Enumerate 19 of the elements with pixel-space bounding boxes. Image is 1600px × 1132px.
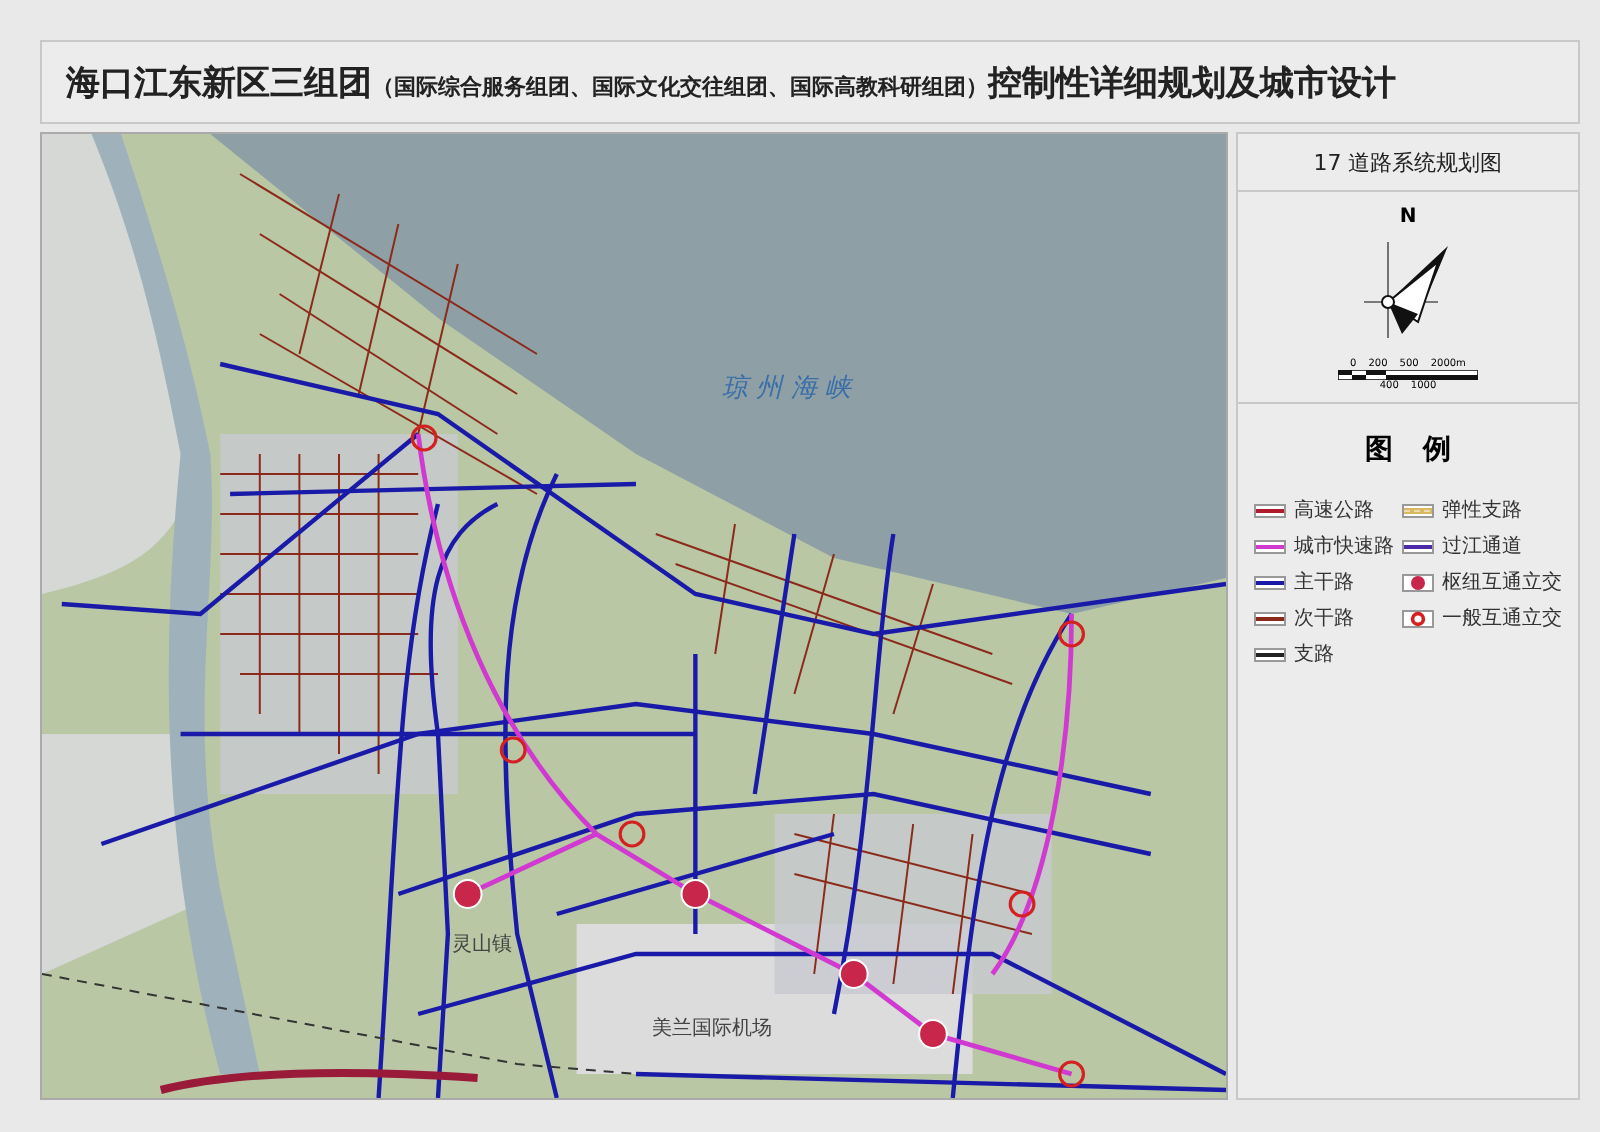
ring-icon xyxy=(1402,609,1434,627)
place-label: 美兰国际机场 xyxy=(652,1015,772,1042)
legend-label: 次干路 xyxy=(1294,606,1354,632)
legend-label: 城市快速路 xyxy=(1294,533,1394,560)
sheet-title: 17 道路系统规划图 xyxy=(1238,134,1578,192)
north-label: N xyxy=(1399,208,1417,228)
legend-label: 一般互通立交 xyxy=(1442,605,1562,632)
legend-label: 过江通道 xyxy=(1442,533,1522,560)
legend-label: 主干路 xyxy=(1294,569,1354,596)
legend-label: 高速公路 xyxy=(1294,497,1374,524)
legend-label: 弹性支路 xyxy=(1442,497,1522,524)
legend-label: 支路 xyxy=(1294,641,1334,668)
legend-label: 枢纽互通立交 xyxy=(1442,569,1562,596)
sea-label: 琼 州 海 峡 xyxy=(722,372,851,406)
plan-title: 海口江东新区三组团（国际综合服务组团、国际文化交往组团、国际高教科研组团）控制性详细规划及城市设计 xyxy=(66,61,1396,105)
dashed-line-icon xyxy=(1402,503,1434,517)
place-label: 灵山镇 xyxy=(452,931,512,958)
scale-bar-icon xyxy=(1338,370,1478,380)
legend-title: 图 例 xyxy=(1363,432,1453,468)
